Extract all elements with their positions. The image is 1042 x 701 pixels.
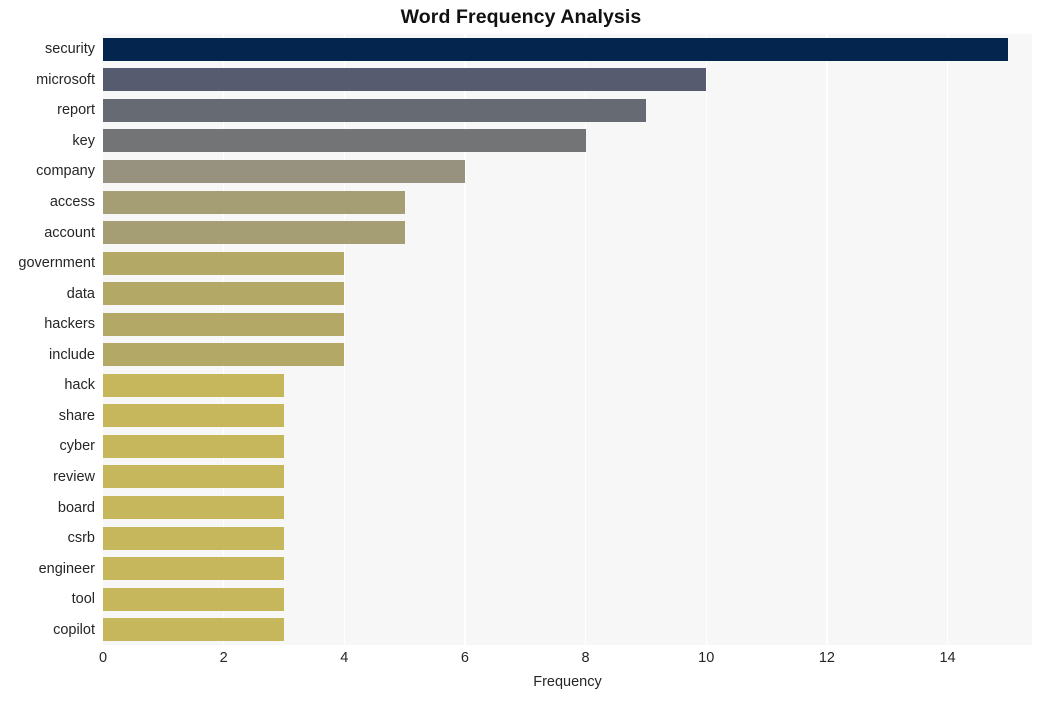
chart-title: Word Frequency Analysis [400,6,642,28]
y-tick-label-review: review [53,468,95,485]
y-tick-label-security: security [45,41,95,58]
y-tick-label-hack: hack [64,377,95,394]
y-tick-label-data: data [66,285,95,302]
y-tick-label-account: account [44,224,95,241]
y-tick-label-csrb: csrb [67,530,95,547]
bar-include [103,343,345,367]
y-tick-label-key: key [72,132,95,149]
bar-csrb [103,526,284,550]
bars-layer [103,34,1032,645]
bar-company [103,159,465,183]
y-tick-label-hackers: hackers [44,316,95,333]
word-frequency-chart: Word Frequency Analysis security microsof… [0,0,1042,701]
y-tick-label-copilot: copilot [53,621,95,638]
x-axis-title: Frequency [533,674,602,690]
x-tick-label-10: 10 [698,650,715,666]
y-tick-label-share: share [58,407,95,424]
x-tick-label-14: 14 [939,650,956,666]
bar-hack [103,373,284,397]
x-tick-label-2: 2 [219,650,228,666]
bar-tool [103,587,284,611]
y-tick-label-cyber: cyber [59,438,95,455]
bar-account [103,221,405,245]
x-tick-label-8: 8 [581,650,590,666]
y-tick-label-access: access [49,194,95,211]
bar-key [103,129,586,153]
x-tick-label-12: 12 [818,650,835,666]
bar-security [103,37,1008,61]
y-tick-label-board: board [57,499,95,516]
bar-hackers [103,312,345,336]
y-tick-label-company: company [36,163,95,180]
y-tick-label-include: include [49,346,95,363]
x-tick-label-4: 4 [340,650,349,666]
y-tick-label-tool: tool [71,591,95,608]
y-axis-tick-labels: security microsoft report key company access a… [0,34,95,645]
bar-review [103,465,284,489]
bar-engineer [103,557,284,581]
x-tick-label-0: 0 [98,650,108,666]
bar-share [103,404,284,428]
y-tick-label-report: report [57,102,95,119]
bar-board [103,496,284,520]
bar-microsoft [103,68,707,92]
bar-cyber [103,434,284,458]
y-tick-label-engineer: engineer [38,560,95,577]
x-axis-tick-labels: 0 2 4 6 8 10 12 14 [99,650,1032,674]
plot-area [103,34,1032,645]
bar-access [103,190,405,214]
y-tick-label-microsoft: microsoft [36,71,95,88]
bar-report [103,98,646,122]
y-tick-label-government: government [18,255,95,272]
bar-government [103,251,345,275]
bar-copilot [103,618,284,642]
bar-data [103,282,345,306]
x-tick-label-6: 6 [460,650,469,666]
